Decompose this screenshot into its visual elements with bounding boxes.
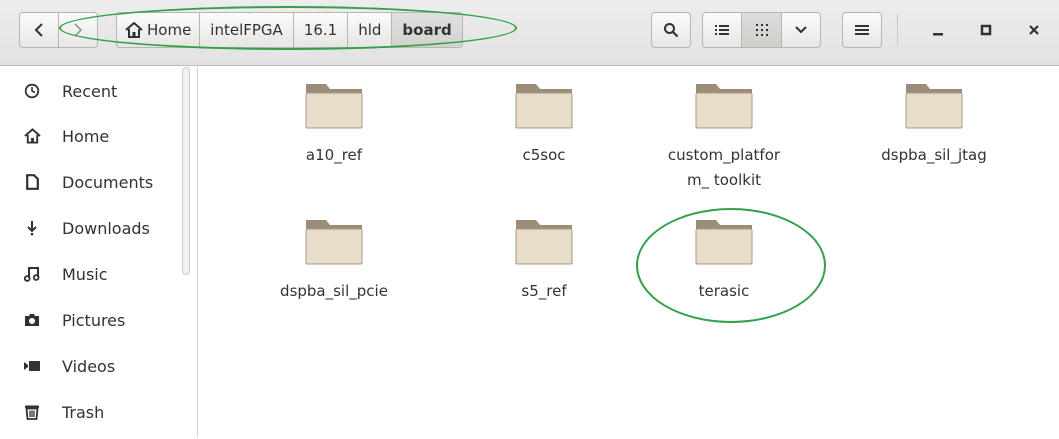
crumb-label: hld bbox=[358, 21, 382, 39]
trash-icon bbox=[22, 402, 42, 422]
video-icon bbox=[22, 356, 42, 376]
file-name: s5_ref bbox=[521, 282, 567, 300]
crumb-label: Home bbox=[147, 21, 192, 39]
home-icon bbox=[22, 126, 42, 146]
chevron-right-icon bbox=[74, 23, 83, 37]
header-separator bbox=[897, 14, 898, 46]
file-name: dspba_sil_jtag bbox=[881, 146, 987, 164]
chevron-down-icon bbox=[795, 26, 807, 34]
download-icon bbox=[22, 218, 42, 238]
minimize-icon bbox=[933, 33, 943, 36]
file-name: custom_platform_ toolkit bbox=[667, 146, 781, 189]
crumb-label: 16.1 bbox=[303, 21, 338, 39]
sidebar-item-documents[interactable]: Documents bbox=[0, 160, 180, 204]
crumb-board[interactable]: board bbox=[391, 12, 463, 48]
grid-view-icon bbox=[755, 24, 768, 36]
maximize-icon bbox=[980, 24, 992, 36]
clock-icon bbox=[22, 81, 42, 101]
sidebar-item-downloads[interactable]: Downloads bbox=[0, 206, 180, 250]
crumb-intelfpga[interactable]: intelFPGA bbox=[199, 12, 294, 48]
file-item-custom-platform-toolkit[interactable]: custom_platform_ toolkit bbox=[634, 80, 814, 193]
file-item-dspba-sil-jtag[interactable]: dspba_sil_jtag bbox=[844, 80, 1024, 168]
file-item-dspba-sil-pcie[interactable]: dspba_sil_pcie bbox=[244, 216, 424, 304]
back-button[interactable] bbox=[19, 12, 59, 48]
minimize-button[interactable] bbox=[918, 14, 958, 46]
sidebar-item-videos[interactable]: Videos bbox=[0, 344, 180, 388]
list-view-icon bbox=[715, 25, 729, 35]
folder-icon bbox=[305, 84, 363, 129]
menu-button[interactable] bbox=[842, 12, 882, 48]
view-options-button[interactable] bbox=[781, 12, 821, 48]
sidebar-item-label: Home bbox=[62, 126, 110, 146]
file-name: dspba_sil_pcie bbox=[280, 282, 388, 300]
sidebar-item-recent[interactable]: Recent bbox=[0, 69, 180, 113]
sidebar-scrollbar[interactable] bbox=[181, 67, 191, 439]
camera-icon bbox=[22, 310, 42, 330]
file-item-s5-ref[interactable]: s5_ref bbox=[454, 216, 634, 304]
sidebar-item-pictures[interactable]: Pictures bbox=[0, 298, 180, 342]
sidebar-item-label: Recent bbox=[62, 81, 118, 101]
list-view-button[interactable] bbox=[702, 12, 742, 48]
folder-icon bbox=[305, 220, 363, 265]
sidebar-item-label: Downloads bbox=[62, 218, 150, 238]
crumb-16-1[interactable]: 16.1 bbox=[292, 12, 349, 48]
sidebar: Recent Home Documents Downloads Music Pi… bbox=[0, 66, 198, 438]
header-bar: Home intelFPGA 16.1 hld board bbox=[0, 0, 1059, 66]
sidebar-scrollbar-thumb[interactable] bbox=[182, 67, 190, 275]
breadcrumb: Home intelFPGA 16.1 hld board bbox=[116, 12, 463, 48]
sidebar-item-label: Videos bbox=[62, 356, 116, 376]
file-name: c5soc bbox=[522, 146, 566, 164]
close-button[interactable] bbox=[1014, 14, 1054, 46]
sidebar-item-trash[interactable]: Trash bbox=[0, 390, 180, 434]
grid-view-button[interactable] bbox=[741, 12, 782, 48]
maximize-button[interactable] bbox=[966, 14, 1006, 46]
forward-button[interactable] bbox=[58, 12, 98, 48]
search-icon bbox=[664, 23, 679, 38]
file-name: a10_ref bbox=[305, 146, 363, 164]
home-icon bbox=[125, 22, 143, 38]
folder-icon bbox=[515, 220, 573, 265]
folder-icon bbox=[515, 84, 573, 129]
search-button[interactable] bbox=[651, 12, 691, 48]
document-icon bbox=[22, 172, 42, 192]
file-name: terasic bbox=[698, 282, 750, 300]
sidebar-item-label: Trash bbox=[62, 402, 105, 422]
music-icon bbox=[22, 264, 42, 284]
sidebar-item-label: Music bbox=[62, 264, 108, 284]
file-grid: a10_ref c5soc custom_platform_ toolkit d… bbox=[198, 66, 1059, 438]
sidebar-item-label: Documents bbox=[62, 172, 154, 192]
hamburger-menu-icon bbox=[855, 25, 869, 35]
folder-icon bbox=[695, 220, 753, 265]
crumb-label: intelFPGA bbox=[210, 21, 283, 39]
close-icon bbox=[1029, 25, 1039, 35]
sidebar-item-label: Pictures bbox=[62, 310, 126, 330]
crumb-label: board bbox=[402, 21, 452, 39]
sidebar-item-home[interactable]: Home bbox=[0, 114, 180, 158]
sidebar-item-music[interactable]: Music bbox=[0, 252, 180, 296]
file-item-terasic[interactable]: terasic bbox=[634, 216, 814, 304]
folder-icon bbox=[905, 84, 963, 129]
file-item-a10-ref[interactable]: a10_ref bbox=[244, 80, 424, 168]
crumb-home[interactable]: Home bbox=[116, 12, 201, 48]
crumb-hld[interactable]: hld bbox=[347, 12, 393, 48]
chevron-left-icon bbox=[34, 23, 43, 37]
file-item-c5soc[interactable]: c5soc bbox=[454, 80, 634, 168]
folder-icon bbox=[695, 84, 753, 129]
